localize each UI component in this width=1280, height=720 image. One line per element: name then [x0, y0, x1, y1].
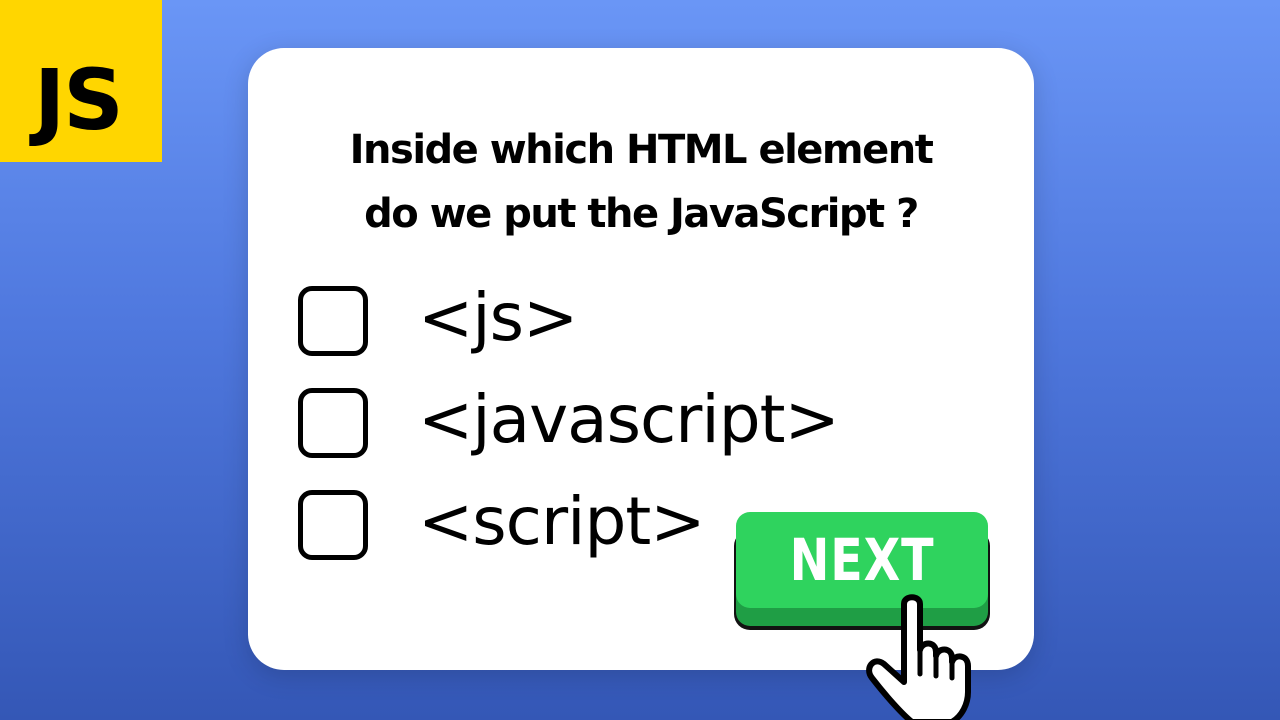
checkbox-icon[interactable] — [298, 286, 368, 356]
option-javascript[interactable]: <javascript> — [298, 381, 858, 468]
question-line-2: do we put the JavaScript ? — [364, 191, 919, 237]
quiz-question: Inside which HTML element do we put the … — [248, 118, 1034, 246]
pointing-hand-icon — [866, 594, 971, 720]
js-logo: JS — [0, 0, 162, 162]
option-label: <script> — [418, 483, 706, 560]
question-line-1: Inside which HTML element — [349, 127, 934, 173]
checkbox-icon[interactable] — [298, 490, 368, 560]
option-label: <javascript> — [418, 381, 840, 458]
js-logo-text: JS — [34, 51, 124, 149]
checkbox-icon[interactable] — [298, 388, 368, 458]
option-label: <js> — [418, 279, 578, 356]
option-js[interactable]: <js> — [298, 279, 858, 366]
